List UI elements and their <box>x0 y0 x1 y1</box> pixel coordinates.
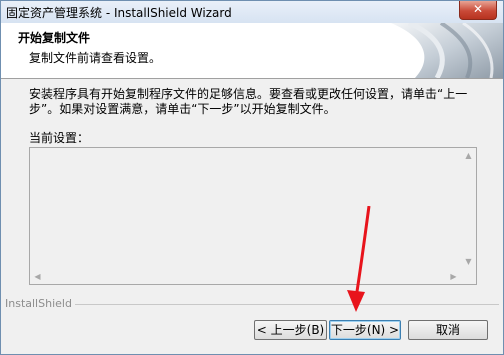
installshield-graphic <box>391 23 503 78</box>
title-bar[interactable]: 固定资产管理系统 - InstallShield Wizard ✕ <box>1 1 503 23</box>
scroll-down-icon[interactable]: ▼ <box>461 254 476 269</box>
installshield-brand: InstallShield <box>5 297 75 310</box>
close-icon: ✕ <box>472 2 484 16</box>
window-title: 固定资产管理系统 - InstallShield Wizard <box>6 6 232 20</box>
scroll-corner <box>461 269 476 284</box>
header-title: 开始复制文件 <box>18 31 91 45</box>
description-text: 安装程序具有开始复制程序文件的足够信息。要查看或更改任何设置，请单击“上一步”。… <box>29 87 468 116</box>
brand-divider <box>5 304 499 305</box>
wizard-header: 开始复制文件 复制文件前请查看设置。 <box>1 23 503 79</box>
settings-label: 当前设置： <box>29 131 90 145</box>
header-subtitle: 复制文件前请查看设置。 <box>29 51 162 65</box>
horizontal-scrollbar[interactable]: ◀ ▶ <box>30 269 461 284</box>
scroll-up-icon[interactable]: ▲ <box>461 148 476 163</box>
cancel-button[interactable]: 取消 <box>408 320 488 340</box>
annotation-arrow-icon <box>347 206 371 312</box>
scroll-left-icon[interactable]: ◀ <box>30 269 45 284</box>
vertical-scrollbar[interactable]: ▲ ▼ <box>461 148 476 269</box>
scroll-right-icon[interactable]: ▶ <box>446 269 461 284</box>
close-button[interactable]: ✕ <box>459 1 497 20</box>
back-button[interactable]: < 上一步(B) <box>254 320 327 340</box>
installer-window: 固定资产管理系统 - InstallShield Wizard ✕ 开始复制文件… <box>0 0 504 355</box>
next-button[interactable]: 下一步(N) > <box>329 320 401 340</box>
current-settings-box[interactable]: ▲ ▼ ◀ ▶ <box>29 147 477 285</box>
